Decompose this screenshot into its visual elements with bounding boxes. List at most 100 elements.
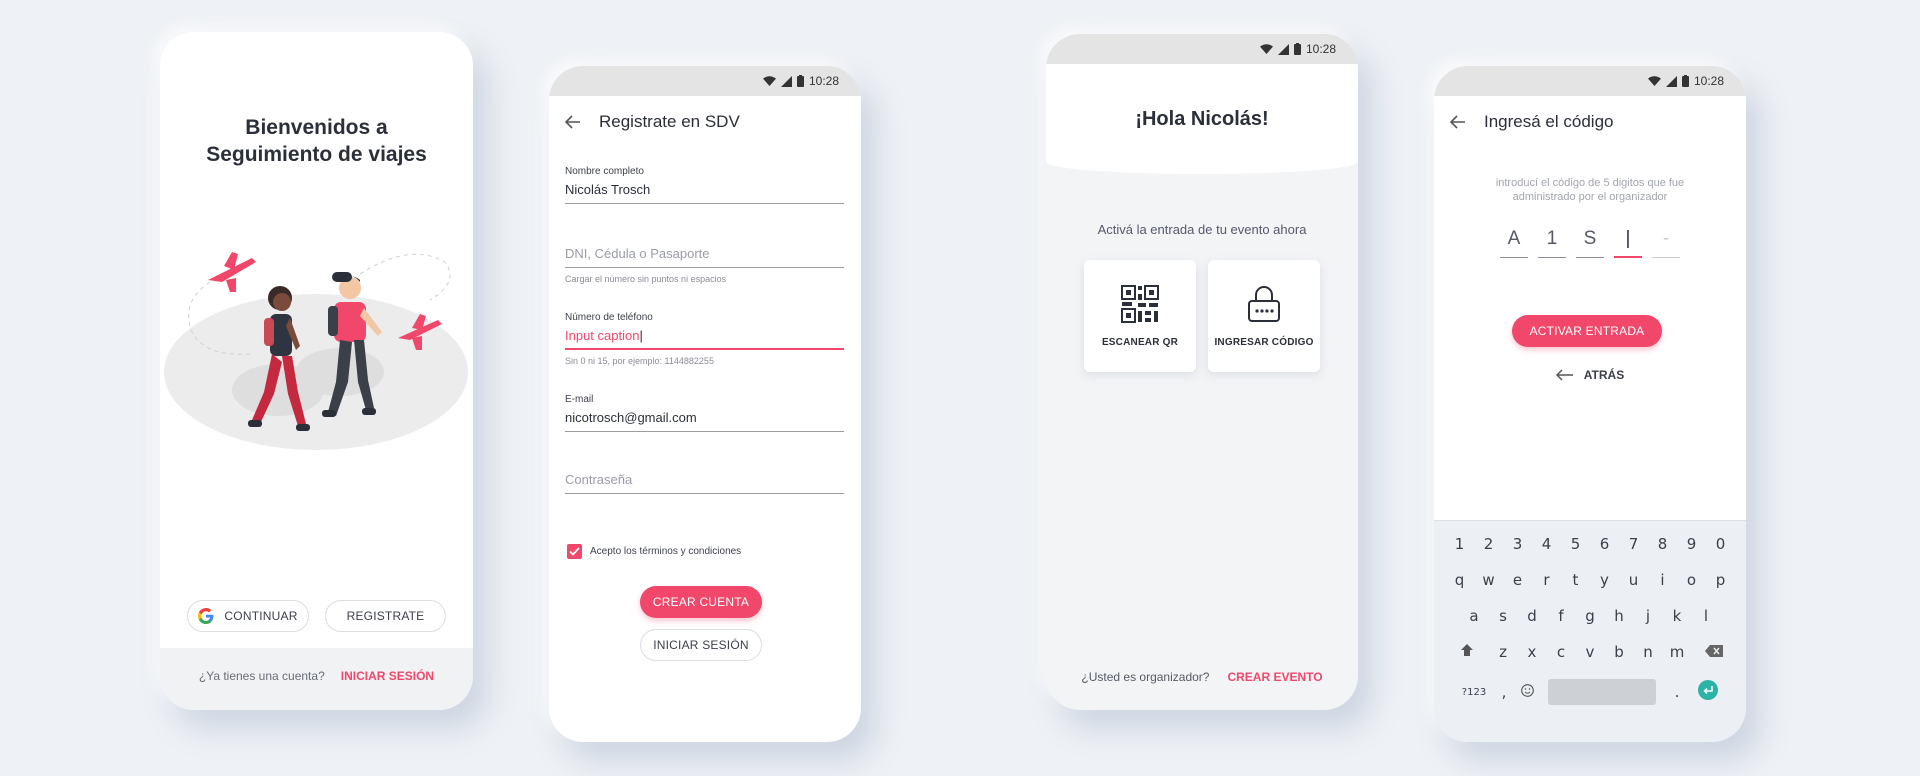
key[interactable]: o: [1677, 571, 1706, 589]
emoji-icon: [1520, 684, 1534, 697]
greeting-title: ¡Hola Nicolás!: [1135, 108, 1269, 130]
key[interactable]: y: [1590, 571, 1619, 589]
phone-field[interactable]: Número de teléfono Input caption| Sin 0 …: [565, 312, 844, 366]
key[interactable]: f: [1547, 607, 1576, 625]
activate-entry-button[interactable]: ACTIVAR ENTRADA: [1512, 315, 1662, 347]
code-digit-2[interactable]: 1: [1538, 228, 1566, 258]
back-arrow-icon: [1555, 369, 1573, 381]
key[interactable]: z: [1489, 643, 1518, 661]
document-field[interactable]: DNI, Cédula o Pasaporte Cargar el número…: [565, 230, 844, 284]
period-key[interactable]: .: [1664, 683, 1690, 701]
key[interactable]: h: [1605, 607, 1634, 625]
create-event-link[interactable]: CREAR EVENTO: [1227, 670, 1322, 684]
key[interactable]: 2: [1474, 535, 1503, 553]
key[interactable]: s: [1489, 607, 1518, 625]
key[interactable]: v: [1576, 643, 1605, 661]
wifi-icon: [762, 76, 776, 86]
key[interactable]: u: [1619, 571, 1648, 589]
key[interactable]: w: [1474, 571, 1503, 589]
code-digit-5[interactable]: -: [1652, 228, 1680, 258]
code-digit-3[interactable]: S: [1576, 228, 1604, 258]
back-arrow-icon[interactable]: [1450, 115, 1466, 129]
shift-icon: [1460, 644, 1473, 656]
key[interactable]: c: [1547, 643, 1576, 661]
key[interactable]: 4: [1532, 535, 1561, 553]
google-icon: [198, 608, 214, 624]
register-appbar: Registrate en SDV: [549, 104, 861, 140]
welcome-title: Bienvenidos a Seguimiento de viajes: [206, 116, 427, 166]
enter-key[interactable]: [1690, 680, 1726, 704]
key[interactable]: p: [1706, 571, 1735, 589]
key[interactable]: k: [1663, 607, 1692, 625]
key[interactable]: 6: [1590, 535, 1619, 553]
travelers-illustration: [164, 252, 468, 450]
keyboard-row-3: z x c v b n m: [1434, 643, 1746, 661]
key[interactable]: e: [1503, 571, 1532, 589]
register-button[interactable]: REGISTRATE: [325, 600, 446, 632]
code-digit-4[interactable]: |: [1614, 228, 1642, 258]
key[interactable]: g: [1576, 607, 1605, 625]
code-instruction: introducí el código de 5 digitos que fue…: [1495, 177, 1685, 203]
terms-checkbox[interactable]: [567, 544, 582, 559]
backspace-key[interactable]: [1692, 643, 1736, 661]
comma-key[interactable]: ,: [1494, 683, 1514, 701]
google-continue-button[interactable]: CONTINUAR: [187, 600, 309, 632]
plane-left-icon: [208, 252, 256, 292]
email-input[interactable]: nicotrosch@gmail.com: [565, 410, 844, 432]
signal-icon: [1665, 75, 1677, 87]
key[interactable]: 5: [1561, 535, 1590, 553]
lock-icon: [1248, 285, 1280, 322]
key[interactable]: 8: [1648, 535, 1677, 553]
key[interactable]: j: [1634, 607, 1663, 625]
scan-qr-card[interactable]: ESCANEAR QR: [1084, 260, 1196, 372]
key[interactable]: a: [1460, 607, 1489, 625]
key[interactable]: n: [1634, 643, 1663, 661]
page-title: Registrate en SDV: [599, 112, 740, 131]
email-field[interactable]: E-mail nicotrosch@gmail.com: [565, 394, 844, 432]
page-title: Ingresá el código: [1484, 112, 1614, 131]
enter-code-screen: 10:28 Ingresá el código introducí el cód…: [1434, 66, 1746, 742]
login-button[interactable]: INICIAR SESIÓN: [640, 629, 762, 661]
document-input[interactable]: DNI, Cédula o Pasaporte: [565, 246, 844, 268]
key[interactable]: i: [1648, 571, 1677, 589]
space-key[interactable]: [1548, 679, 1656, 705]
key[interactable]: r: [1532, 571, 1561, 589]
back-arrow-icon[interactable]: [565, 115, 581, 129]
organizer-footer: ¿Usted es organizador? CREAR EVENTO: [1081, 670, 1323, 684]
keyboard-row-numbers: 1 2 3 4 5 6 7 8 9 0: [1434, 535, 1746, 553]
key[interactable]: b: [1605, 643, 1634, 661]
key[interactable]: q: [1445, 571, 1474, 589]
key[interactable]: 7: [1619, 535, 1648, 553]
key[interactable]: x: [1518, 643, 1547, 661]
fullname-input[interactable]: Nicolás Trosch: [565, 182, 844, 204]
battery-icon: [796, 75, 804, 87]
phone-input[interactable]: Input caption|: [565, 328, 844, 350]
password-field[interactable]: Contraseña: [565, 456, 844, 494]
code-digit-1[interactable]: A: [1500, 228, 1528, 258]
create-account-button[interactable]: CREAR CUENTA: [640, 586, 762, 618]
enter-code-card[interactable]: INGRESAR CÓDIGO: [1208, 260, 1320, 372]
shift-key[interactable]: [1445, 643, 1489, 661]
status-bar: 10:28: [1046, 34, 1358, 64]
check-icon: [569, 547, 580, 556]
password-input[interactable]: Contraseña: [565, 472, 844, 494]
key[interactable]: 3: [1503, 535, 1532, 553]
symbols-key[interactable]: ?123: [1454, 687, 1494, 698]
back-button[interactable]: ATRÁS: [1434, 368, 1746, 382]
status-bar: 10:28: [1434, 66, 1746, 96]
wifi-icon: [1647, 76, 1661, 86]
key[interactable]: 1: [1445, 535, 1474, 553]
login-link[interactable]: INICIAR SESIÓN: [341, 669, 434, 683]
key[interactable]: 0: [1706, 535, 1735, 553]
key[interactable]: t: [1561, 571, 1590, 589]
key[interactable]: l: [1692, 607, 1721, 625]
key[interactable]: m: [1663, 643, 1692, 661]
fullname-field[interactable]: Nombre completo Nicolás Trosch: [565, 166, 844, 204]
emoji-key[interactable]: [1514, 683, 1540, 701]
key[interactable]: d: [1518, 607, 1547, 625]
key[interactable]: 9: [1677, 535, 1706, 553]
backspace-icon: [1704, 645, 1723, 657]
battery-icon: [1293, 43, 1301, 55]
signal-icon: [1277, 43, 1289, 55]
on-screen-keyboard: 1 2 3 4 5 6 7 8 9 0 q w e r t y u i o p …: [1434, 520, 1746, 742]
